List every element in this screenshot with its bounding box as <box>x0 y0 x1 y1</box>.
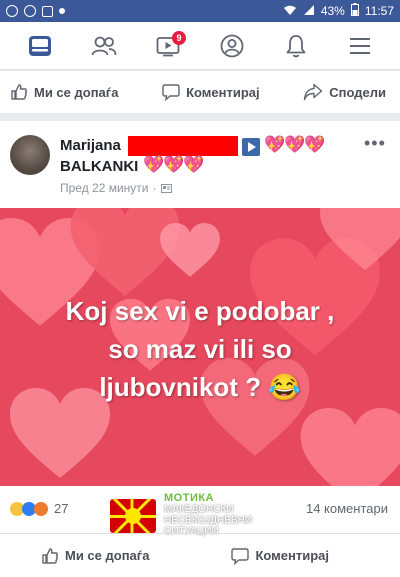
share-label: Сподели <box>329 84 386 100</box>
friends-icon <box>91 36 117 55</box>
profile-icon <box>220 34 244 57</box>
menu-tab[interactable] <box>345 31 375 61</box>
author-surname[interactable]: BALKANKI <box>60 158 138 175</box>
thumbs-up-icon <box>11 84 27 100</box>
battery-icon <box>350 3 359 19</box>
avatar[interactable] <box>10 135 50 175</box>
watermark: МОТИКА МАКЕДОНСКИ НЕСЕКОЈДНЕВНИ СИТУАЦИИ <box>110 489 280 539</box>
post-timestamp[interactable]: Пред 22 минути · <box>60 181 172 195</box>
watermark-line-2: НЕСЕКОЈДНЕВНИ <box>164 515 253 526</box>
post-image[interactable]: Koj sex vi e podobar , so maz vi ili so … <box>0 208 400 486</box>
post-like-label: Ми се допаѓа <box>65 548 150 563</box>
audience-icon <box>160 183 172 193</box>
angry-reaction-icon <box>34 501 48 516</box>
dot-separator: · <box>152 181 157 195</box>
post-actions: Ми се допаѓа Коментирај <box>0 533 400 577</box>
watch-badge: 9 <box>172 30 186 45</box>
gallery-icon <box>42 5 53 17</box>
comment-label: Коментирај <box>186 84 260 100</box>
image-text-line-2: so maz vi ili so <box>108 334 292 364</box>
top-navigation: 9 <box>0 22 400 70</box>
author-name[interactable]: Marijana <box>60 137 121 154</box>
like-label: Ми се допаѓа <box>34 84 119 100</box>
wifi-icon <box>283 4 297 19</box>
macedonia-flag-logo <box>110 499 156 533</box>
signal-icon <box>303 4 315 19</box>
clock: 11:57 <box>364 4 394 18</box>
previous-post-actions: Ми се допаѓа Коментирај Сподели <box>0 71 400 113</box>
post-comment-label: Коментирај <box>255 548 329 563</box>
like-button[interactable]: Ми се допаѓа <box>10 83 118 101</box>
bell-icon <box>286 34 306 57</box>
post-header: Marijana 💖💖💖 BALKANKI 💖💖💖 Пред 22 минути… <box>0 121 400 205</box>
facebook-icon <box>6 5 18 17</box>
heart-shape <box>160 223 220 277</box>
watch-tab[interactable]: 9 <box>153 30 186 61</box>
thumbs-up-icon <box>42 547 58 564</box>
image-text-line-1: Koj sex vi e podobar , <box>65 296 335 326</box>
post-comment-button[interactable]: Коментирај <box>231 547 329 565</box>
friends-tab[interactable] <box>89 31 119 61</box>
hamburger-menu-icon <box>350 37 370 54</box>
comments-count[interactable]: 14 коментари <box>306 501 388 516</box>
hearts-emoji-2: 💖💖💖 <box>143 155 205 174</box>
comment-icon <box>162 84 180 101</box>
heart-shape <box>320 208 400 271</box>
watermark-title: МОТИКА <box>164 492 215 504</box>
news-feed-icon <box>29 35 51 56</box>
redaction-bar <box>128 136 238 156</box>
play-icon <box>242 138 260 156</box>
timestamp-label: Пред 22 минути <box>60 181 149 195</box>
reactions-summary[interactable]: 27 <box>10 501 68 516</box>
share-button[interactable]: Сподели <box>303 83 386 101</box>
news-feed-tab[interactable] <box>25 31 55 61</box>
share-icon <box>304 83 323 101</box>
comment-button[interactable]: Коментирај <box>162 83 260 101</box>
post-like-button[interactable]: Ми се допаѓа <box>41 547 149 565</box>
more-options-button[interactable]: ••• <box>364 133 386 154</box>
messenger-icon <box>24 5 36 17</box>
notifications-tab[interactable] <box>281 31 311 61</box>
watermark-line-1: МАКЕДОНСКИ <box>164 504 234 515</box>
post-card: Marijana 💖💖💖 BALKANKI 💖💖💖 Пред 22 минути… <box>0 121 400 577</box>
battery-level: 43% <box>320 4 345 18</box>
heart-shape <box>300 408 400 486</box>
notification-dot-icon <box>59 8 65 14</box>
comment-icon <box>231 547 250 565</box>
reaction-count: 27 <box>54 501 69 516</box>
profile-tab[interactable] <box>217 31 247 61</box>
hearts-emoji: 💖💖💖 <box>264 135 326 154</box>
status-bar: 43% 11:57 <box>0 0 400 22</box>
image-text-line-3: ljubovnikot ? 😂 <box>99 372 301 402</box>
